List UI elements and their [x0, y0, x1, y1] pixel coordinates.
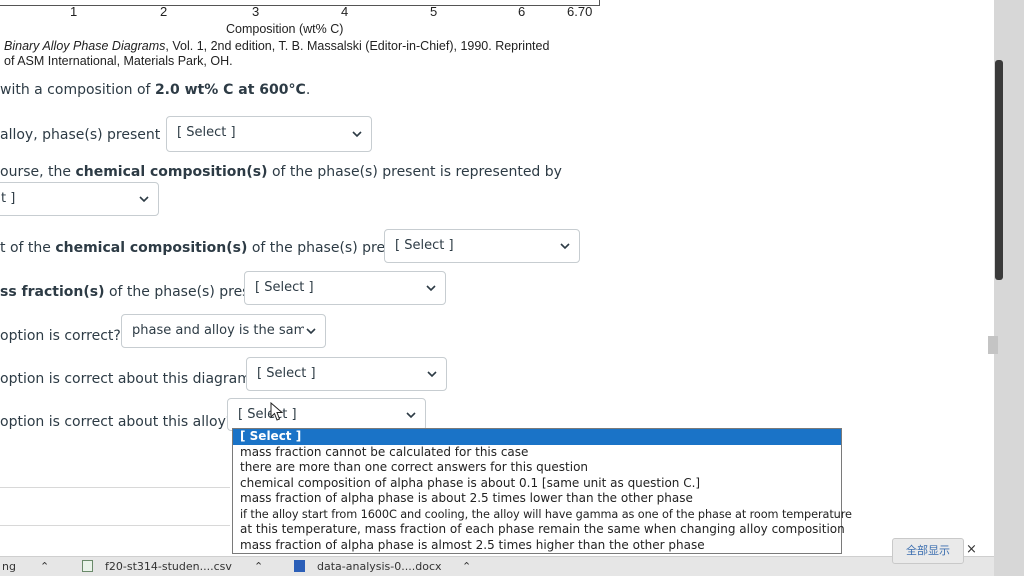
question-g-label: option is correct about this alloy?: [0, 414, 233, 430]
select-value: [ Select ]: [238, 407, 297, 422]
dropdown-option[interactable]: mass fraction cannot be calculated for t…: [233, 445, 841, 461]
caption-book-title: Binary Alloy Phase Diagrams: [4, 39, 166, 53]
question-d-select[interactable]: [ Select ]: [244, 271, 446, 305]
question-d-bold: ss fraction(s): [0, 284, 105, 300]
question-e-text: option is correct?: [0, 328, 121, 344]
question-b-post: of the phase(s) present is represented b…: [267, 164, 562, 180]
chevron-down-icon: [306, 328, 316, 335]
dropdown-option[interactable]: at this temperature, mass fraction of ea…: [233, 522, 845, 538]
axis-tick: 5: [430, 4, 438, 19]
chevron-down-icon: [406, 411, 416, 418]
download-item-docx[interactable]: data-analysis-0....docx: [294, 560, 442, 573]
question-e-label: option is correct?: [0, 328, 121, 344]
select-value: [ Select ]: [177, 125, 236, 140]
dropdown-option[interactable]: chemical composition of alpha phase is a…: [233, 476, 841, 492]
question-d-label: ss fraction(s) of the phase(s) present: [0, 284, 272, 300]
chevron-down-icon: [427, 371, 437, 378]
question-a-text: alloy, phase(s) present is: [0, 127, 176, 143]
question-g-text: option is correct about this alloy?: [0, 414, 234, 430]
chevron-up-icon[interactable]: ⌃: [462, 560, 471, 573]
select-value: [ Select ]: [395, 238, 454, 253]
question-a-label: alloy, phase(s) present is: [0, 127, 176, 143]
dropdown-option[interactable]: there are more than one correct answers …: [233, 460, 841, 476]
select-value: t ]: [1, 191, 16, 206]
question-g-select[interactable]: [ Select ]: [227, 398, 426, 431]
chevron-down-icon: [560, 243, 570, 250]
dropdown-option[interactable]: if the alloy start from 1600C and coolin…: [233, 507, 852, 523]
download-filename: data-analysis-0....docx: [317, 560, 442, 573]
question-e-select[interactable]: phase and alloy is the same th: [121, 314, 326, 348]
download-filename: f20-st314-studen....csv: [105, 560, 232, 573]
axis-tick: 1: [70, 4, 78, 19]
dropdown-option[interactable]: mass fraction of alpha phase is almost 2…: [233, 538, 841, 554]
question-b-select[interactable]: t ]: [0, 182, 159, 216]
chevron-down-icon: [139, 196, 149, 203]
question-a-select[interactable]: [ Select ]: [166, 116, 372, 152]
question-b-pre: ourse, the: [0, 164, 76, 180]
axis-tick: 6: [518, 4, 526, 19]
intro-suffix: .: [305, 82, 311, 98]
dropdown-option[interactable]: [ Select ]: [233, 429, 841, 445]
question-f-label: option is correct about this diagram?: [0, 371, 258, 387]
downloads-bar: ng ⌃ f20-st314-studen....csv ⌃ data-anal…: [0, 556, 994, 576]
download-item-csv[interactable]: f20-st314-studen....csv: [82, 560, 232, 573]
chevron-up-icon[interactable]: ⌃: [40, 560, 49, 573]
chevron-down-icon: [352, 131, 362, 138]
question-f-text: option is correct about this diagram?: [0, 371, 259, 387]
chevron-up-icon[interactable]: ⌃: [254, 560, 263, 573]
scrollbar-marker[interactable]: [988, 336, 998, 354]
caption-details: , Vol. 1, 2nd edition, T. B. Massalski (…: [165, 39, 550, 53]
section-divider: [0, 487, 230, 488]
question-f-select[interactable]: [ Select ]: [246, 357, 447, 391]
question-c-pre: t of the: [0, 240, 56, 256]
question-b-label: ourse, the chemical composition(s) of th…: [0, 164, 562, 180]
figure-caption-line1: Binary Alloy Phase Diagrams, Vol. 1, 2nd…: [4, 38, 549, 54]
question-b-bold: chemical composition(s): [75, 164, 268, 180]
question-c-select[interactable]: [ Select ]: [384, 229, 580, 263]
select-value: [ Select ]: [257, 366, 316, 381]
axis-tick: 3: [252, 4, 260, 19]
axis-tick: 4: [341, 4, 349, 19]
select-value: phase and alloy is the same th: [132, 323, 304, 338]
question-intro: with a composition of 2.0 wt% C at 600°C…: [0, 82, 310, 98]
intro-prefix: with a composition of: [0, 82, 155, 98]
show-all-downloads-button[interactable]: 全部显示: [892, 538, 964, 564]
question-g-options-list[interactable]: [ Select ] mass fraction cannot be calcu…: [232, 428, 852, 554]
quiz-page: 1 2 3 4 5 6 6.70 Composition (wt% C) Bin…: [0, 0, 994, 556]
download-item-partial[interactable]: ng: [2, 560, 16, 573]
dropdown-option[interactable]: mass fraction of alpha phase is about 2.…: [233, 491, 841, 507]
csv-file-icon: [82, 560, 93, 572]
close-downloads-icon[interactable]: ×: [966, 542, 977, 557]
figure-caption-line2: of ASM International, Materials Park, OH…: [4, 54, 233, 68]
axis-tick: 6.70: [567, 4, 593, 19]
mouse-cursor-icon: [270, 402, 284, 421]
section-divider: [0, 525, 230, 526]
chevron-down-icon: [426, 285, 436, 292]
question-c-bold: chemical composition(s): [55, 240, 248, 256]
axis-tick: 2: [160, 4, 168, 19]
word-file-icon: [294, 560, 305, 572]
select-value: [ Select ]: [255, 280, 314, 295]
diagram-axis: [0, 0, 600, 6]
question-c-label: t of the chemical composition(s) of the …: [0, 240, 431, 256]
axis-title: Composition (wt% C): [226, 22, 344, 36]
intro-composition: 2.0 wt% C at 600°C: [154, 82, 306, 98]
scrollbar-thumb[interactable]: [995, 60, 1003, 280]
